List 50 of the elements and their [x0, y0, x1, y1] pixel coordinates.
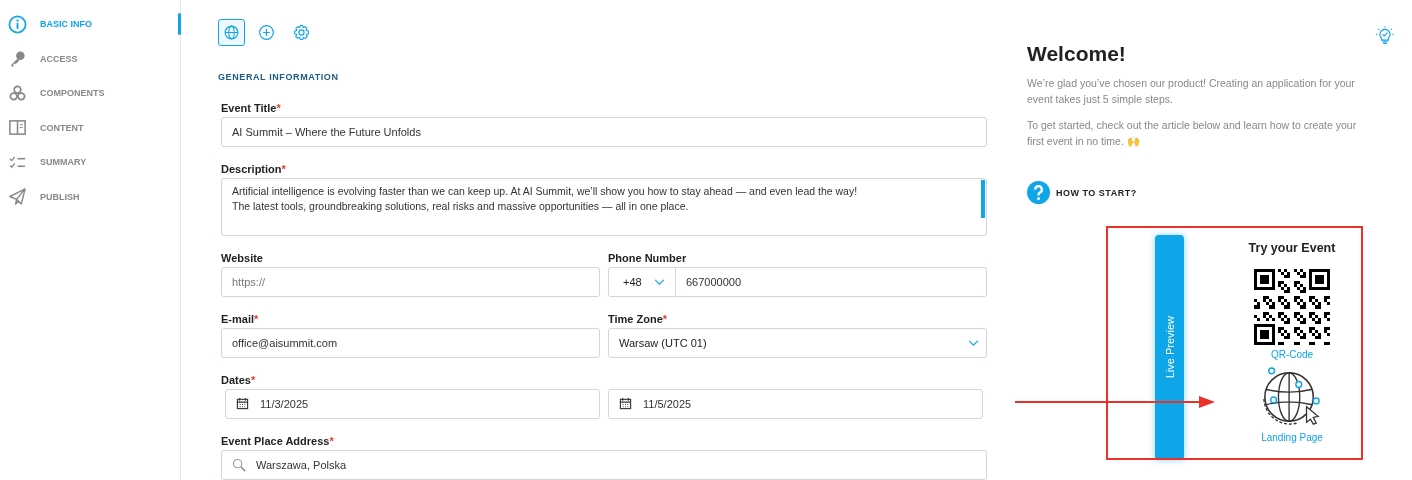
caret-icon	[968, 339, 979, 347]
text-field[interactable]: AI Summit – Where the Future Unfolds	[221, 117, 987, 147]
field-label: Phone Number	[608, 252, 687, 264]
caret-icon	[654, 278, 665, 286]
lightbulb-icon	[1375, 25, 1395, 47]
paper-plane-icon	[8, 187, 27, 206]
field-label: Dates	[221, 374, 251, 386]
date-field[interactable]: 11/5/2025	[608, 389, 983, 419]
plus-circle-icon	[258, 24, 275, 41]
required-mark: *	[329, 435, 334, 447]
welcome-text: We’re glad you’ve chosen our product! Creating an application for your event takes just 5 simple steps.	[1027, 76, 1356, 107]
globe-icon	[223, 24, 240, 41]
sidebar-item[interactable]: ACCESS	[0, 47, 180, 70]
required-mark: *	[254, 313, 259, 325]
key-icon	[8, 49, 27, 68]
cubes-icon	[8, 83, 27, 103]
section-title: GENERAL INFORMATION	[218, 72, 340, 82]
email-field[interactable]: office@aisummit.com	[221, 328, 600, 358]
qr-code[interactable]	[1254, 269, 1330, 345]
website-field[interactable]: https://	[221, 267, 600, 297]
sidebar-item[interactable]: SUMMARY	[0, 151, 180, 173]
required-mark: *	[276, 102, 281, 114]
required-mark: *	[250, 374, 256, 386]
required-mark: *	[281, 163, 286, 175]
preview-title: Try your Event	[1248, 241, 1336, 255]
settings-icon	[293, 24, 310, 41]
country-code-select[interactable]: +48	[608, 267, 676, 297]
book-icon	[8, 118, 27, 137]
phone-field[interactable]: 667000000	[676, 267, 987, 297]
welcome-title: Welcome!	[1027, 42, 1127, 66]
help-icon	[1027, 181, 1050, 204]
field-label: Description	[221, 163, 282, 175]
welcome-text: To get started, check out the article below and learn how to create your first event in no time. 🙌	[1027, 118, 1358, 149]
field-label: Website	[221, 252, 263, 264]
address-search-field[interactable]: Warszawa, Polska	[221, 450, 987, 480]
description-field[interactable]: Artificial intelligence is evolving faster than we can keep up. At AI Summit, we’ll show you how to stay ahead — and even lead the way! The latest tools, groundbreaking solutions, real risks and massive opportunities — all in one place.	[221, 178, 987, 236]
scrollbar[interactable]	[981, 180, 985, 218]
field-label: E-mail	[221, 313, 254, 325]
globe-button[interactable]	[218, 19, 245, 46]
date-field[interactable]: 11/3/2025	[225, 389, 600, 419]
how-to-start-link[interactable]: HOW TO START?	[1027, 181, 1137, 204]
info-icon	[8, 14, 27, 34]
field-label: Time Zone	[608, 313, 663, 325]
sidebar-item[interactable]: COMPONENTS	[0, 82, 180, 104]
field-label: Event Title	[221, 102, 277, 114]
field-label: Event Place Address	[221, 435, 330, 447]
sidebar-item[interactable]: PUBLISH	[0, 185, 180, 208]
sidebar-item[interactable]: CONTENT	[0, 116, 180, 139]
time-zone-select[interactable]: Warsaw (UTC 01)	[608, 328, 987, 358]
required-mark: *	[662, 313, 668, 325]
